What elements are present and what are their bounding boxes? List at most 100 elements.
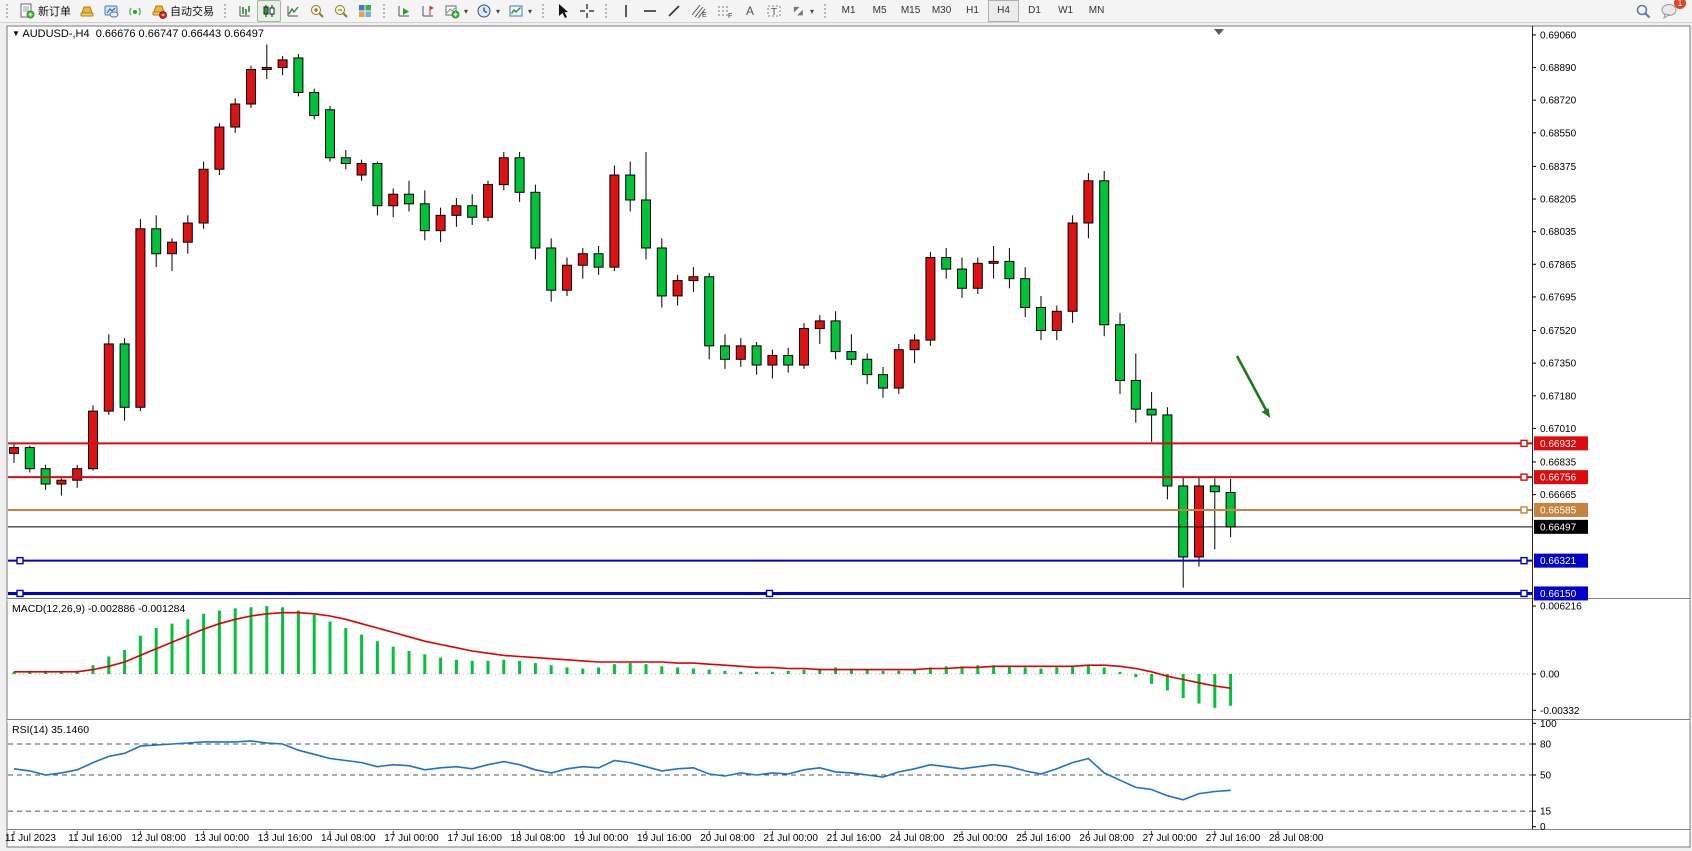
price-tick-label: 0.69060 (1540, 30, 1577, 41)
chart-canvas[interactable]: 0.690600.688900.687200.685500.683750.682… (0, 23, 1692, 851)
time-tick-label: 12 Jul 08:00 (131, 833, 186, 844)
candle-body (1068, 223, 1077, 311)
periods-dropdown-caret: ▾ (496, 7, 500, 16)
indicators-dropdown-caret: ▾ (464, 7, 468, 16)
chart-shift-button[interactable] (416, 0, 440, 22)
search-button[interactable] (1631, 0, 1656, 22)
candle-body (1021, 279, 1030, 308)
window-menu-triangle-icon[interactable]: ▼ (12, 29, 20, 38)
cursor-button[interactable] (551, 0, 575, 22)
timeframe-button-w1[interactable]: W1 (1050, 0, 1081, 22)
zoom-out-button[interactable] (329, 0, 353, 22)
hline-handle[interactable] (1521, 507, 1527, 513)
candle-body (1005, 261, 1014, 278)
hline-handle[interactable] (1521, 474, 1527, 480)
chart-title: ▼ AUDUSD-,H4 0.66676 0.66747 0.66443 0.6… (12, 28, 264, 40)
indicators-button[interactable]: ▾ (440, 0, 472, 22)
hline-handle[interactable] (1521, 440, 1527, 446)
timeframe-group: M1M5M15M30H1H4D1W1MN (833, 0, 1112, 22)
horizontal-line-tool-button[interactable] (638, 0, 662, 22)
candle-body (563, 265, 572, 290)
candle-body (657, 248, 666, 296)
arrows-tool-button[interactable]: ▾ (786, 0, 818, 22)
toolbar-grip (542, 4, 547, 18)
timeframe-button-d1[interactable]: D1 (1019, 0, 1050, 22)
notifications-button[interactable]: 1 (1656, 0, 1682, 22)
price-tag-0.66321: 0.66321 (1534, 554, 1588, 568)
candle-body (942, 258, 951, 270)
text-tool-button[interactable]: A (738, 0, 762, 22)
price-tick-label: 0.67520 (1540, 326, 1577, 337)
tile-windows-button[interactable] (353, 0, 377, 22)
hline-handle[interactable] (17, 558, 23, 564)
text-label-tool-button[interactable]: T (762, 0, 786, 22)
candle-body (1116, 325, 1125, 381)
timeframe-button-m5[interactable]: M5 (864, 0, 895, 22)
candle-body (784, 355, 793, 365)
vertical-line-icon (618, 3, 634, 19)
candle-body (231, 104, 240, 127)
time-tick-label: 27 Jul 16:00 (1206, 833, 1261, 844)
rsi-axis-label: 100 (1540, 719, 1557, 730)
candle-body (168, 242, 177, 254)
equidistant-channel-tool-button[interactable]: E (686, 0, 712, 22)
fibonacci-tool-button[interactable]: F (712, 0, 738, 22)
signals-button[interactable] (123, 0, 147, 22)
templates-button[interactable]: ▾ (504, 0, 536, 22)
candle-body (1179, 486, 1188, 557)
text-label-icon: T (766, 3, 782, 19)
timeframe-button-h1[interactable]: H1 (957, 0, 988, 22)
timeframe-button-m15[interactable]: M15 (895, 0, 926, 22)
zoom-in-button[interactable] (305, 0, 329, 22)
hline-handle[interactable] (767, 590, 773, 596)
time-tick-label: 27 Jul 00:00 (1143, 833, 1198, 844)
toolbar-grip (224, 4, 229, 18)
hline-handle[interactable] (17, 590, 23, 596)
search-icon (1635, 3, 1652, 20)
market-watch-button[interactable] (75, 0, 99, 22)
trendline-icon (666, 3, 682, 19)
price-tick-label: 0.68205 (1540, 195, 1577, 206)
periods-clock-icon (476, 3, 492, 19)
price-tick-label: 0.68720 (1540, 96, 1577, 107)
hline-handle[interactable] (1521, 590, 1527, 596)
navigator-button[interactable] (99, 0, 123, 22)
timeframe-button-h4[interactable]: H4 (988, 0, 1019, 22)
periods-button[interactable]: ▾ (472, 0, 504, 22)
candle-body (57, 480, 66, 484)
macd-indicator-label: MACD(12,26,9) -0.002886 -0.001284 (12, 603, 185, 615)
rsi-axis-label: 80 (1540, 740, 1552, 751)
trendline-tool-button[interactable] (662, 0, 686, 22)
candlestick-chart-button[interactable] (257, 0, 281, 22)
bar-chart-button[interactable] (233, 0, 257, 22)
timeframe-button-m30[interactable]: M30 (926, 0, 957, 22)
hline-handle[interactable] (1521, 558, 1527, 564)
price-tag-0.66497: 0.66497 (1534, 520, 1588, 534)
crosshair-button[interactable] (575, 0, 599, 22)
toolbar-grip (383, 4, 388, 18)
candle-body (247, 69, 256, 104)
notification-badge: 1 (1674, 0, 1686, 9)
line-chart-button[interactable] (281, 0, 305, 22)
time-axis[interactable]: 11 Jul 202311 Jul 16:0012 Jul 08:0013 Ju… (5, 831, 1324, 844)
candle-body (405, 194, 414, 204)
new-order-icon (19, 3, 35, 19)
candle-body (452, 206, 461, 216)
timeframe-button-mn[interactable]: MN (1081, 0, 1112, 22)
svg-text:E: E (702, 12, 707, 19)
auto-scroll-button[interactable] (392, 0, 416, 22)
chart-frame (7, 26, 1690, 847)
candle-body (831, 321, 840, 352)
bar-chart-icon (237, 3, 253, 19)
chart-window: 0.690600.688900.687200.685500.683750.682… (0, 23, 1692, 851)
vertical-line-tool-button[interactable] (614, 0, 638, 22)
candle-body (1084, 181, 1093, 223)
timeframe-button-m1[interactable]: M1 (833, 0, 864, 22)
price-tag-value: 0.66321 (1540, 556, 1577, 567)
candle-body (973, 263, 982, 288)
macd-axis-label: 0.00 (1540, 670, 1560, 681)
time-tick-label: 21 Jul 00:00 (763, 833, 818, 844)
new-order-button[interactable]: 新订单 (15, 0, 75, 22)
autotrading-button[interactable]: 自动交易 (147, 0, 218, 22)
mt4-application: { "toolbar": { "new_order_label": "新订单",… (0, 0, 1692, 851)
